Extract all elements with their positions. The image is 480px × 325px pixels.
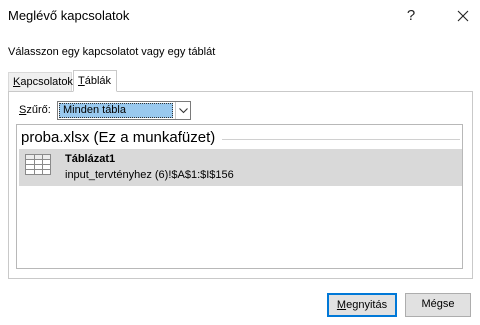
title-bar: Meglévő kapcsolatok ? — [0, 0, 480, 32]
tab-connections-label: apcsolatok — [20, 76, 73, 88]
close-button[interactable] — [447, 0, 480, 32]
table-range: input_tervtényhez (6)!$A$1:$I$156 — [65, 169, 234, 181]
tab-tables-label: áblák — [84, 75, 112, 87]
tab-tables-accel: T — [78, 75, 85, 87]
filter-label: Szűrő: — [19, 104, 51, 116]
filter-dropdown[interactable]: Minden tábla — [57, 101, 191, 120]
filter-dropdown-button[interactable] — [175, 102, 190, 119]
tables-list[interactable]: proba.xlsx (Ez a munkafüzet) Táblázat1 i… — [16, 124, 463, 269]
cancel-button[interactable]: Mégse — [405, 293, 471, 317]
open-button[interactable]: Megnyitás — [327, 293, 397, 317]
filter-label-text: zűrő: — [26, 104, 51, 116]
help-button[interactable]: ? — [395, 0, 427, 32]
instruction-text: Válasszon egy kapcsolatot vagy egy táblá… — [8, 46, 216, 58]
list-item[interactable]: Táblázat1 input_tervtényhez (6)!$A$1:$I$… — [19, 149, 462, 186]
open-button-accel: M — [336, 299, 347, 311]
chevron-down-icon — [179, 108, 188, 114]
close-icon — [457, 10, 469, 22]
table-icon — [25, 154, 51, 175]
tab-tables[interactable]: Táblák — [73, 70, 117, 92]
workbook-group-header: proba.xlsx (Ez a munkafüzet) — [21, 129, 216, 146]
tab-connections[interactable]: Kapcsolatok — [8, 72, 73, 92]
dialog-title: Meglévő kapcsolatok — [8, 8, 130, 23]
filter-selected-value: Minden tábla — [59, 103, 173, 118]
open-button-label: egnyitás — [346, 299, 388, 311]
table-name: Táblázat1 — [65, 153, 116, 165]
group-divider — [222, 139, 460, 140]
